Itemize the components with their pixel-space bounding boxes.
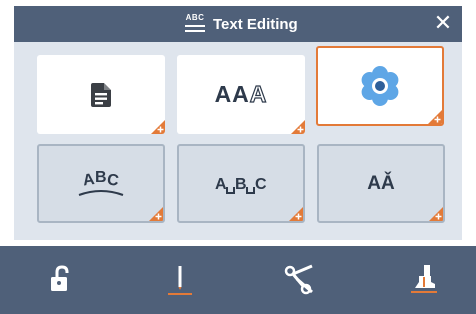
plus-badge [428,110,442,124]
font-style-aaa-icon: AAA [214,80,268,107]
unlock-button[interactable] [43,262,79,298]
tile-font-style-content: AAA [177,55,305,134]
scissors-icon [284,264,313,295]
abc-icon-label: ABC [185,13,205,22]
needle-icon [168,266,192,295]
tile-arc-text[interactable]: A B C [37,144,165,223]
plus-badge [289,207,303,221]
tile-accent-letters[interactable]: AǍ [317,144,445,223]
tile-arc-text-content: A B C [39,146,163,221]
text-editing-dialog: ABC Text Editing ✕ AAA A B C A B C AǍ [14,6,462,240]
tile-settings[interactable] [316,46,444,126]
arc-text-icon: A B C [78,169,124,196]
needle-button[interactable] [162,262,198,298]
presser-foot-button[interactable] [405,262,441,298]
accent-letters-icon: AǍ [367,172,395,194]
dialog-header: ABC Text Editing ✕ [14,6,462,42]
dialog-title: Text Editing [213,15,298,33]
scissors-button[interactable] [282,262,318,298]
bottom-toolbar [0,246,476,314]
plus-badge [151,120,165,134]
svg-text:A: A [215,176,227,193]
tile-document[interactable] [37,55,165,134]
tile-font-style[interactable]: AAA [177,55,305,134]
tile-letter-spacing[interactable]: A B C [177,144,305,223]
abc-text-icon: ABC [184,13,206,35]
letter-spacing-icon: A B C [215,176,267,194]
plus-badge [149,207,163,221]
tile-accent-letters-content: AǍ [319,146,443,221]
svg-text:B: B [235,176,247,193]
svg-text:C: C [106,171,120,190]
flower-gear-icon [361,66,399,106]
plus-badge [291,120,305,134]
document-icon [91,82,111,107]
abc-icon-line-1 [185,25,205,27]
svg-text:B: B [95,169,107,186]
presser-foot-icon [411,265,437,293]
close-button[interactable]: ✕ [432,12,454,34]
tile-settings-content [318,48,442,124]
dialog-title-group: ABC Text Editing [184,13,298,35]
plus-badge [429,207,443,221]
svg-text:A: A [82,170,96,189]
unlock-icon [51,265,69,291]
tile-letter-spacing-content: A B C [179,146,303,221]
tile-document-content [37,55,165,134]
svg-text:C: C [255,176,267,193]
abc-icon-line-2 [185,30,205,32]
